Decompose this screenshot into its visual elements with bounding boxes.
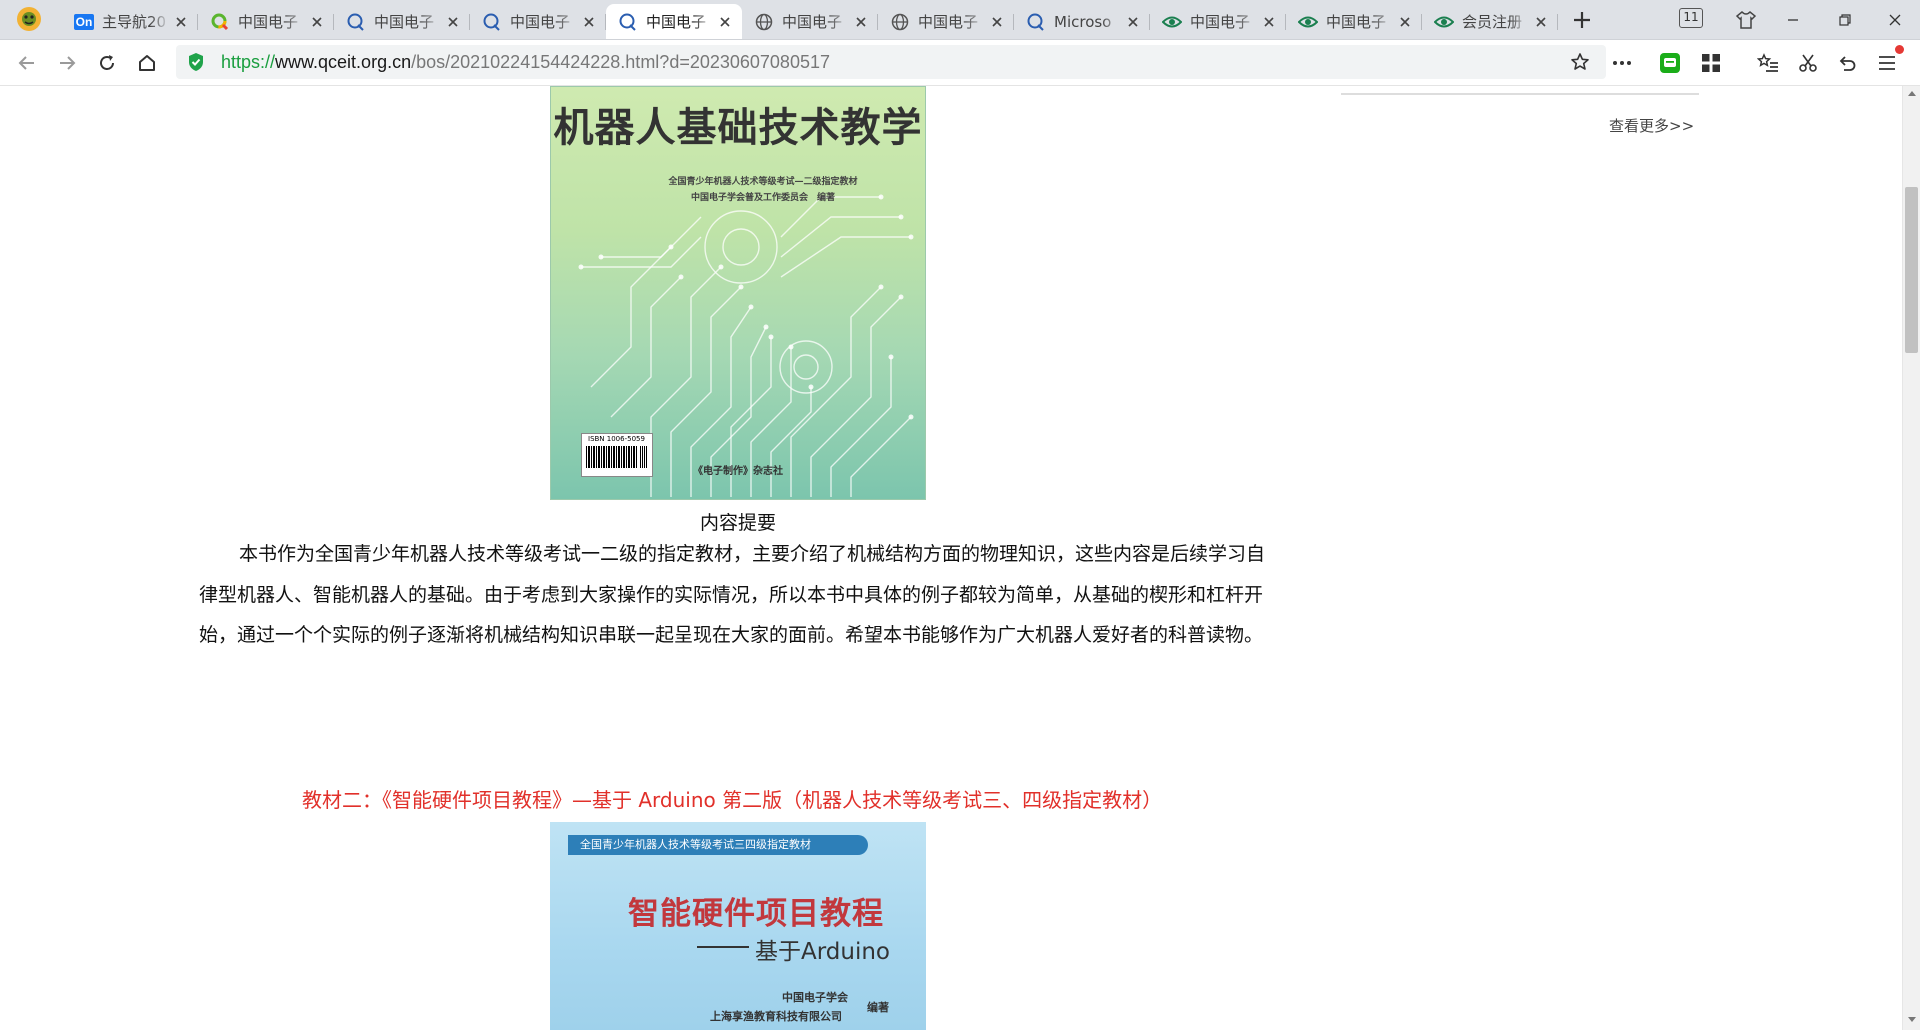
isbn-text: ISBN 1006-5059	[588, 435, 645, 443]
wechat-extension-icon[interactable]	[1657, 50, 1683, 76]
tab-label: 中国电子	[782, 13, 843, 31]
q-search-icon	[618, 12, 638, 32]
tab-7[interactable]: Microso	[1014, 4, 1150, 39]
tab-label: 中国电子	[646, 13, 707, 31]
book1-subtitle: 全国青少年机器人技术等级考试—二级指定教材	[668, 177, 858, 187]
tab-1[interactable]: 中国电子	[198, 4, 334, 39]
q-search-icon	[1026, 12, 1046, 32]
apps-grid-icon[interactable]	[1698, 50, 1724, 76]
tab-2[interactable]: 中国电子	[334, 4, 470, 39]
tab-label: 会员注册	[1462, 13, 1523, 31]
close-icon[interactable]	[310, 15, 324, 29]
back-icon[interactable]	[13, 49, 41, 77]
url-scheme: https://	[221, 52, 276, 72]
close-icon[interactable]	[854, 15, 868, 29]
eye-icon	[1162, 12, 1182, 32]
globe-icon	[754, 12, 774, 32]
close-icon[interactable]	[990, 15, 1004, 29]
favorites-list-icon[interactable]	[1755, 50, 1781, 76]
eye-icon	[1298, 12, 1318, 32]
forward-icon[interactable]	[53, 49, 81, 77]
book1-summary: 本书作为全国青少年机器人技术等级考试一二级的指定教材，主要介绍了机械结构方面的物…	[199, 543, 1266, 646]
barcode-graphic: ISBN 1006-5059	[581, 433, 653, 477]
close-icon[interactable]	[446, 15, 460, 29]
close-icon[interactable]	[582, 15, 596, 29]
tab-strip: On 主导航20 中国电子 中国电子 中国电子 中国电子 中国电子 中国电子 M…	[0, 0, 1920, 40]
tab-label: 中国电子	[918, 13, 979, 31]
close-icon[interactable]	[174, 15, 188, 29]
reload-icon[interactable]	[93, 49, 121, 77]
tab-label: 主导航20	[102, 13, 167, 31]
book1-title: 机器人基础技术教学	[553, 105, 923, 151]
book2-subtitle: 基于Arduino	[755, 939, 891, 965]
close-icon[interactable]	[1534, 15, 1548, 29]
book2-publisher-2: 上海享渔教育科技有限公司	[710, 1010, 842, 1023]
scroll-down-arrow-icon[interactable]	[1908, 1017, 1916, 1022]
home-icon[interactable]	[133, 49, 161, 77]
tab-0[interactable]: On 主导航20	[62, 4, 198, 39]
url-text[interactable]: https://www.qceit.org.cn/bos/20210224154…	[221, 52, 830, 72]
more-dots-icon[interactable]	[1609, 50, 1635, 76]
tab-count-button[interactable]: 11	[1679, 8, 1703, 28]
new-tab-plus-icon[interactable]	[1568, 8, 1596, 32]
tab-10[interactable]: 会员注册	[1422, 4, 1558, 39]
close-icon[interactable]	[1262, 15, 1276, 29]
url-path: /bos/20210224154424228.html?d=2023060708…	[411, 52, 830, 72]
tab-label: Microso	[1054, 12, 1112, 31]
address-toolbar: https://www.qceit.org.cn/bos/20210224154…	[0, 40, 1920, 86]
scissors-icon[interactable]	[1795, 50, 1821, 76]
undo-icon[interactable]	[1834, 50, 1860, 76]
q-search-icon	[482, 12, 502, 32]
notification-dot	[1895, 45, 1904, 54]
tab-label: 中国电子	[1326, 13, 1387, 31]
book1-publisher: 《电子制作》杂志社	[693, 466, 783, 477]
minimize-icon[interactable]	[1780, 7, 1806, 33]
see-more-link[interactable]: 查看更多>>	[1609, 115, 1694, 136]
url-host: www.qceit.org.cn	[275, 52, 412, 72]
book2-series-band: 全国青少年机器人技术等级考试三四级指定教材	[568, 835, 868, 855]
address-bar[interactable]: https://www.qceit.org.cn/bos/20210224154…	[176, 45, 1606, 79]
scroll-up-arrow-icon[interactable]	[1908, 91, 1916, 96]
on-badge-icon: On	[73, 13, 95, 30]
close-icon[interactable]	[1398, 15, 1412, 29]
bookmark-star-icon[interactable]	[1568, 51, 1592, 73]
q-search-icon	[346, 12, 366, 32]
vertical-scrollbar[interactable]	[1902, 86, 1920, 1030]
tab-label: 中国电子	[238, 13, 299, 31]
textbook2-heading: 教材二：《智能硬件项目教程》—基于 Arduino 第二版（机器人技术等级考试三…	[302, 788, 1163, 812]
page-viewport: 查看更多>> 机器人基础技术教学 全国青少年机器人技术等级考试—二级指定教材 中…	[0, 86, 1902, 1030]
book1-editor: 中国电子学会普及工作委员会 编著	[690, 193, 835, 203]
secure-shield-icon	[189, 53, 203, 71]
book2-title: 智能硬件项目教程	[628, 896, 884, 932]
tab-3[interactable]: 中国电子	[470, 4, 606, 39]
tab-4-active[interactable]: 中国电子	[606, 4, 742, 39]
menu-hamburger-icon[interactable]	[1874, 50, 1900, 76]
tab-label: 中国电子	[1190, 13, 1251, 31]
tab-5[interactable]: 中国电子	[742, 4, 878, 39]
summary-heading: 内容提要	[699, 512, 776, 534]
scroll-thumb[interactable]	[1905, 187, 1918, 353]
shirt-skin-icon[interactable]	[1733, 7, 1759, 33]
tab-label: 中国电子	[510, 13, 571, 31]
search-ring-icon	[210, 12, 230, 32]
tab-label: 中国电子	[374, 13, 435, 31]
tab-6[interactable]: 中国电子	[878, 4, 1014, 39]
browser-logo-icon[interactable]	[14, 6, 44, 32]
close-icon[interactable]	[1126, 15, 1140, 29]
restore-icon[interactable]	[1832, 7, 1858, 33]
book2-publisher-1: 中国电子学会	[782, 991, 848, 1004]
book-cover-smart-hardware: 全国青少年机器人技术等级考试三四级指定教材 智能硬件项目教程 基于Arduino…	[550, 822, 926, 1030]
close-icon[interactable]	[718, 15, 732, 29]
tab-8[interactable]: 中国电子	[1150, 4, 1286, 39]
book-cover-robot-basics: 机器人基础技术教学 全国青少年机器人技术等级考试—二级指定教材 中国电子学会普及…	[550, 86, 926, 500]
sidebar-divider	[1341, 93, 1699, 95]
dash-decoration	[697, 946, 749, 948]
globe-icon	[890, 12, 910, 32]
window-close-icon[interactable]	[1882, 7, 1908, 33]
book2-edit-label: 编著	[867, 1001, 889, 1014]
eye-icon	[1434, 12, 1454, 32]
tab-9[interactable]: 中国电子	[1286, 4, 1422, 39]
